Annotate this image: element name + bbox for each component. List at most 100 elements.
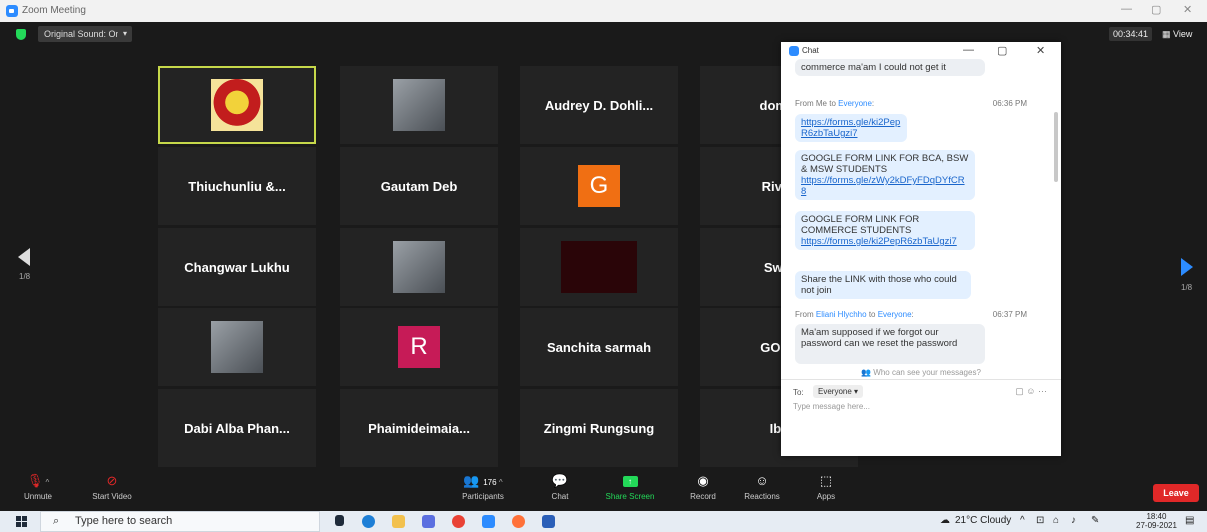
taskbar-clock[interactable]: 18:40 27-09-2021 (1136, 512, 1177, 530)
participant-photo-tile[interactable] (340, 228, 498, 306)
share-screen-icon: ↑ (622, 476, 638, 488)
participant-avatar-tile[interactable]: G (520, 147, 678, 225)
participant-tile[interactable]: Sanchita sarmah (520, 308, 678, 386)
emoji-icon[interactable]: ☺ (1026, 386, 1035, 396)
network-icon[interactable]: ⊡ (1036, 515, 1044, 526)
more-icon[interactable]: ··· (1038, 386, 1047, 396)
chat-message: GOOGLE FORM LINK FOR BCA, BSW & MSW STUD… (795, 150, 975, 200)
notifications-icon[interactable]: ▤ (1185, 515, 1194, 526)
people-icon: 👥 (861, 368, 874, 377)
taskbar-search-input[interactable]: ⌕ Type here to search (40, 511, 320, 532)
reactions-icon: ☺ (755, 473, 769, 488)
participants-icon-row: 👥 176 ^ (463, 473, 503, 488)
participant-photo-icon (393, 241, 445, 293)
message-meta: From Eliani Hlychho to Everyone: 06:37 P… (795, 310, 1045, 319)
chat-scrollbar[interactable] (1054, 112, 1058, 182)
chat-panel: Chat — ▢ ✕ commerce ma'am I could not ge… (781, 42, 1061, 456)
firefox-icon[interactable] (512, 515, 525, 528)
video-off-icon: ⊘ (106, 473, 118, 488)
minimize-icon[interactable]: — (1121, 3, 1132, 15)
close-icon[interactable]: ✕ (1036, 44, 1045, 57)
who-can-see-link[interactable]: 👥 Who can see your messages? (781, 368, 1061, 377)
weather-text[interactable]: 21°C Cloudy (955, 515, 1011, 526)
chat-link[interactable]: https://forms.gle/ki2PepR6zbTaUgzi7 (801, 236, 969, 247)
reactions-button[interactable]: ☺ Reactions (732, 472, 792, 501)
maximize-icon[interactable]: ▢ (997, 44, 1007, 57)
apps-button[interactable]: ⬚ Apps (796, 472, 856, 501)
message-time: 06:36 PM (992, 99, 1027, 108)
meta-recipient[interactable]: Everyone (838, 99, 872, 108)
participant-photo-tile[interactable] (340, 66, 498, 144)
view-button[interactable]: ▦ View (1162, 27, 1192, 41)
participant-tile[interactable]: Audrey D. Dohli... (520, 66, 678, 144)
who-can-see-label: Who can see your messages? (873, 368, 981, 377)
recipient-select[interactable]: Everyone ▾ (813, 385, 864, 398)
apps-icon: ⬚ (819, 473, 833, 488)
meeting-timer: 00:34:41 (1109, 27, 1153, 41)
zoom-taskbar-icon[interactable] (482, 515, 495, 528)
start-video-button[interactable]: ⊘ Start Video (82, 472, 142, 501)
security-shield-icon[interactable] (16, 29, 26, 40)
task-view-icon[interactable] (335, 515, 344, 526)
meta-sender[interactable]: Eliani Hlychho (816, 310, 867, 319)
meta-recipient[interactable]: Everyone (878, 310, 912, 319)
participant-name: Zingmi Rungsung (543, 420, 655, 436)
pen-icon[interactable]: ✎ (1091, 515, 1099, 526)
participant-tile[interactable]: Changwar Lukhu (158, 228, 316, 306)
participant-tile[interactable]: Zingmi Rungsung (520, 389, 678, 467)
avatar-initial: R (398, 326, 440, 368)
page-indicator-left: 1/8 (19, 272, 31, 281)
volume-icon[interactable]: ♪ (1071, 515, 1076, 526)
windows-taskbar: ⌕ Type here to search ☁ 21°C Cloudy ^ ⊡ … (0, 511, 1207, 532)
participants-button[interactable]: 👥 176 ^ Participants (448, 472, 518, 501)
chevron-down-icon[interactable]: ▾ (118, 26, 132, 42)
dark-video-icon (561, 241, 637, 293)
participant-tile[interactable]: Gautam Deb (340, 147, 498, 225)
photos-icon[interactable] (542, 515, 555, 528)
zoom-logo-icon (789, 46, 799, 56)
file-explorer-icon[interactable] (392, 515, 405, 528)
clock-date: 27-09-2021 (1136, 521, 1177, 530)
close-icon[interactable]: ✕ (1183, 3, 1192, 16)
meta-from: From (795, 310, 816, 319)
leave-button[interactable]: Leave (1153, 484, 1199, 502)
chat-bubble-icon: 💬 (551, 473, 569, 488)
record-button[interactable]: ◉ Record (673, 472, 733, 501)
edge-icon[interactable] (362, 515, 375, 528)
minimize-icon[interactable]: — (963, 44, 974, 56)
record-label: Record (690, 492, 716, 501)
chrome-icon[interactable] (452, 515, 465, 528)
previous-page-icon[interactable] (18, 248, 30, 266)
search-icon: ⌕ (53, 515, 60, 527)
participant-tile[interactable]: Thiuchunliu &... (158, 147, 316, 225)
video-off-tile[interactable] (520, 228, 678, 306)
grid-icon: ▦ (1162, 29, 1174, 39)
participant-photo-tile[interactable] (158, 308, 316, 386)
message-meta: From Me to Everyone: 06:36 PM (795, 99, 1045, 108)
chevron-down-icon: ▾ (854, 387, 859, 396)
page-indicator-right: 1/8 (1181, 283, 1193, 292)
start-video-label: Start Video (92, 492, 132, 501)
participant-tile[interactable]: Dabi Alba Phan... (158, 389, 316, 467)
next-page-icon[interactable] (1181, 258, 1193, 276)
chat-button[interactable]: 💬 Chat (530, 472, 590, 501)
tray-chevron-icon[interactable]: ^ (1020, 515, 1025, 526)
original-sound-button[interactable]: Original Sound: On (38, 26, 127, 42)
message-text: GOOGLE FORM LINK FOR COMMERCE STUDENTS (801, 214, 920, 236)
reactions-label: Reactions (744, 492, 780, 501)
participant-avatar-tile[interactable]: R (340, 308, 498, 386)
message-input[interactable]: Type message here... (793, 402, 870, 411)
office-icon[interactable] (422, 515, 435, 528)
windows-start-icon[interactable] (16, 516, 27, 527)
share-screen-button[interactable]: ↑ Share Screen (600, 472, 660, 501)
college-logo-tile[interactable] (158, 66, 316, 144)
participant-tile[interactable]: Phaimideimaia... (340, 389, 498, 467)
maximize-icon[interactable]: ▢ (1151, 3, 1161, 16)
chat-link[interactable]: https://forms.gle/zWy2kDFyFDqDYfCR8 (801, 175, 969, 197)
unmute-label: Unmute (23, 492, 52, 501)
participant-name: Phaimideimaia... (368, 420, 470, 436)
unmute-button[interactable]: 🎙︎ ^ Unmute (18, 472, 58, 501)
wifi-icon[interactable]: ⌂ (1053, 515, 1059, 526)
file-icon[interactable]: ▢ (1015, 386, 1024, 396)
chat-link[interactable]: https://forms.gle/ki2PepR6zbTaUgzi7 (801, 117, 901, 139)
